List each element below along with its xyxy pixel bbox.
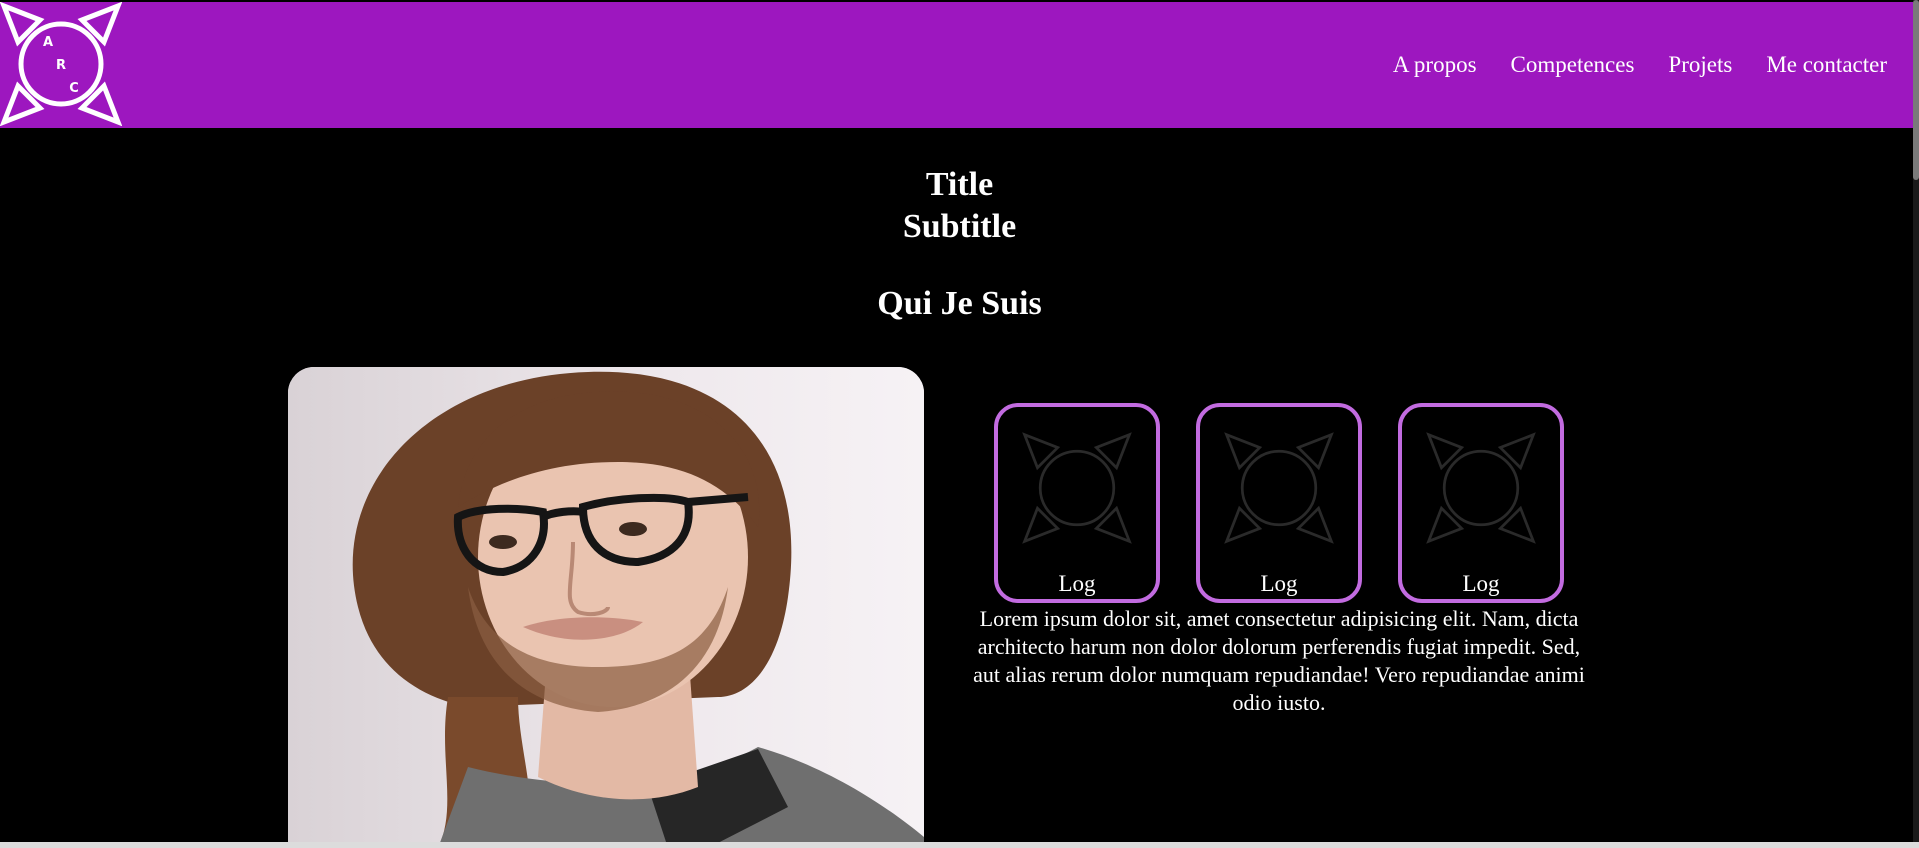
logo-letter: C [69,81,79,96]
card-label: Log [1058,571,1096,596]
nav-link-a-propos[interactable]: A propos [1393,52,1477,78]
portrait-illustration [288,367,924,848]
card-label: Log [1462,571,1500,596]
arc-logo-icon [1224,432,1334,544]
log-cards: Log Log Log [994,403,1564,603]
card-label: Log [1260,571,1298,596]
arc-logo-icon [1022,432,1132,544]
logo-letter: A [43,35,53,50]
main-nav: A propos Competences Projets Me contacte… [1393,52,1887,78]
portrait-photo [288,367,924,848]
about-heading: Qui Je Suis [877,285,1042,322]
arc-logo[interactable]: A R C [0,2,122,126]
top-navbar: A R C A propos Competences Projets Me co… [0,2,1919,128]
scrollbar-thumb[interactable] [1913,0,1919,180]
hero-title: Title [925,166,994,203]
nav-link-projets[interactable]: Projets [1668,52,1732,78]
hero-section: Title Subtitle [0,164,1919,248]
nav-link-competences[interactable]: Competences [1511,52,1635,78]
horizontal-scrollbar[interactable] [0,842,1919,848]
logo-letter: R [56,58,66,73]
log-card[interactable]: Log [1398,403,1564,603]
about-description: Lorem ipsum dolor sit, amet consectetur … [973,606,1585,715]
arc-logo-icon [1426,432,1536,544]
log-card[interactable]: Log [1196,403,1362,603]
vertical-scrollbar[interactable] [1913,0,1919,848]
hero-subtitle: Subtitle [902,208,1017,245]
log-card[interactable]: Log [994,403,1160,603]
nav-link-me-contacter[interactable]: Me contacter [1766,52,1887,78]
